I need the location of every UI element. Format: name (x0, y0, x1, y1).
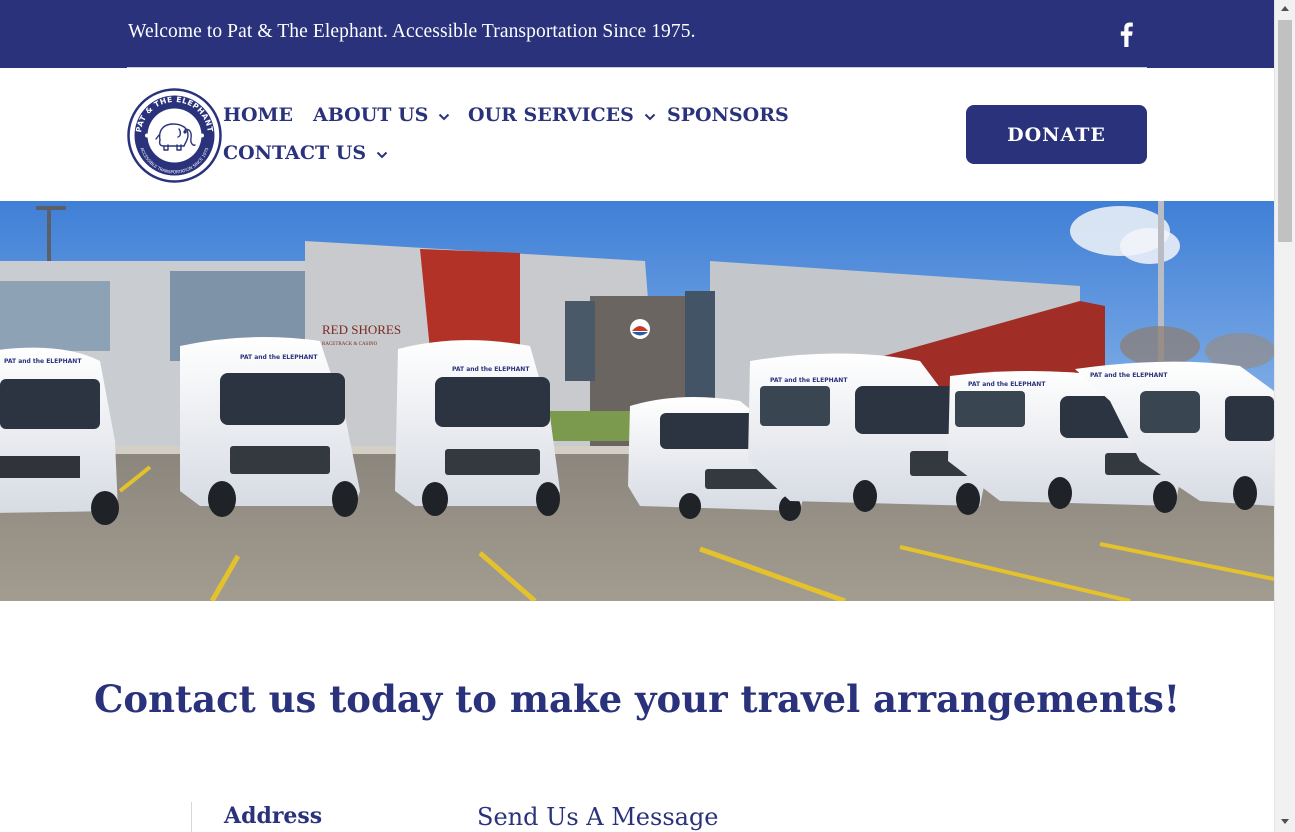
svg-text:RED SHORES: RED SHORES (322, 322, 401, 337)
svg-text:PAT and the ELEPHANT: PAT and the ELEPHANT (4, 358, 82, 365)
svg-text:PAT and the ELEPHANT: PAT and the ELEPHANT (240, 354, 318, 361)
scroll-down-arrow-icon[interactable] (1281, 819, 1289, 824)
nav-our-services-label: OUR SERVICES (468, 104, 634, 126)
chevron-down-icon (439, 113, 450, 120)
hero-photo: RED SHORES RACETRACK & CASINO PAT and th… (0, 201, 1274, 601)
address-heading: Address (224, 803, 323, 829)
donate-button[interactable]: DONATE (966, 105, 1147, 164)
svg-text:RACETRACK & CASINO: RACETRACK & CASINO (322, 342, 378, 347)
svg-text:PAT and the ELEPHANT: PAT and the ELEPHANT (770, 377, 848, 384)
svg-text:PAT and the ELEPHANT: PAT and the ELEPHANT (452, 366, 530, 373)
nav-about-us[interactable]: ABOUT US (313, 104, 450, 126)
van: PAT and the ELEPHANT (0, 347, 119, 525)
svg-text:PAT and the ELEPHANT: PAT and the ELEPHANT (968, 381, 1046, 388)
chevron-down-icon (644, 113, 656, 120)
top-bar: Welcome to Pat & The Elephant. Accessibl… (0, 0, 1274, 68)
nav-sponsors[interactable]: SPONSORS (667, 104, 789, 126)
nav-home[interactable]: HOME (223, 104, 293, 126)
nav-contact-us[interactable]: CONTACT US (223, 142, 388, 164)
svg-text:PAT and the ELEPHANT: PAT and the ELEPHANT (1090, 372, 1168, 379)
send-message-heading: Send Us A Message (477, 803, 719, 831)
site-logo[interactable]: PAT & THE ELEPHANT ACCESSIBLE TRANSPORTA… (127, 88, 222, 183)
van: PAT and the ELEPHANT (395, 340, 560, 516)
scroll-up-arrow-icon[interactable] (1281, 6, 1289, 11)
chevron-down-icon (376, 151, 388, 158)
page-title: Contact us today to make your travel arr… (93, 677, 1181, 721)
facebook-icon[interactable] (1117, 22, 1135, 47)
nav-our-services[interactable]: OUR SERVICES (468, 104, 656, 126)
scrollbar-thumb[interactable] (1278, 20, 1292, 242)
nav-contact-us-label: CONTACT US (223, 142, 367, 164)
column-divider (191, 802, 192, 832)
nav-sponsors-label: SPONSORS (667, 104, 789, 126)
nav-home-label: HOME (223, 104, 294, 126)
scrollbar[interactable] (1274, 0, 1295, 832)
site-header: PAT & THE ELEPHANT ACCESSIBLE TRANSPORTA… (0, 68, 1274, 201)
nav-about-us-label: ABOUT US (313, 104, 429, 126)
hero-image: RED SHORES RACETRACK & CASINO PAT and th… (0, 201, 1274, 601)
welcome-text: Welcome to Pat & The Elephant. Accessibl… (128, 21, 696, 42)
